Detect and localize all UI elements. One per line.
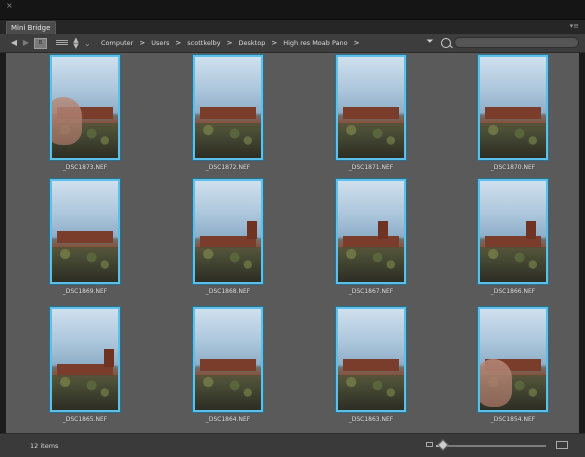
thumbnail[interactable]: [478, 55, 548, 160]
thumbnail[interactable]: [478, 307, 548, 412]
search-icon[interactable]: [441, 38, 451, 48]
forward-arrow-icon[interactable]: ▶: [20, 36, 32, 50]
thumbnail-filename: _DSC1872.NEF: [205, 164, 251, 171]
thumbnail-landscape: [343, 107, 399, 120]
thumbnail[interactable]: [336, 55, 406, 160]
thumbnail-filename: _DSC1854.NEF: [490, 416, 536, 423]
thumbnail-landscape: [343, 359, 399, 372]
breadcrumb-separator: >: [139, 39, 146, 47]
thumbnail-filename: _DSC1868.NEF: [205, 288, 251, 295]
thumbnail-landscape: [200, 359, 256, 372]
breadcrumb-separator: >: [226, 39, 233, 47]
thumbnail[interactable]: [193, 179, 263, 284]
thumbnail-butte: [104, 349, 114, 367]
thumbnail-filename: _DSC1863.NEF: [348, 416, 394, 423]
thumbnail-filename: _DSC1873.NEF: [62, 164, 108, 171]
breadcrumb: Computer > Users > scottkelby > Desktop …: [100, 39, 365, 47]
thumbnail-foreground: [480, 246, 546, 282]
thumbnail[interactable]: [336, 307, 406, 412]
back-arrow-icon[interactable]: ◀: [8, 36, 20, 50]
breadcrumb-computer[interactable]: Computer: [100, 39, 134, 47]
view-mode-icon[interactable]: B: [34, 37, 47, 49]
thumbnail-foreground: [52, 374, 118, 410]
thumbnail-size-slider[interactable]: [436, 445, 546, 447]
thumbnail-foreground: [195, 246, 261, 282]
search-input[interactable]: [454, 37, 579, 48]
breadcrumb-separator: >: [175, 39, 182, 47]
breadcrumb-users[interactable]: Users: [150, 39, 170, 47]
path-separator-icon: ⌄: [84, 38, 91, 48]
thumbnail-butte: [526, 221, 536, 239]
thumbnail-filename: _DSC1871.NEF: [348, 164, 394, 171]
thumbnail[interactable]: [50, 307, 120, 412]
thumbnail-foreground: [338, 122, 404, 158]
breadcrumb-separator: >: [271, 39, 278, 47]
thumbnail-foreground: [195, 122, 261, 158]
thumbnail-butte: [247, 221, 257, 239]
thumbnail[interactable]: [336, 179, 406, 284]
thumbnail[interactable]: [193, 307, 263, 412]
sort-updown-icon[interactable]: ▲ ▼: [71, 37, 81, 50]
thumbnail[interactable]: [50, 179, 120, 284]
thumbnail-landscape: [57, 231, 113, 244]
close-icon[interactable]: ×: [6, 2, 13, 10]
thumbnail-foreground: [338, 246, 404, 282]
thumbnail-filename: _DSC1869.NEF: [62, 288, 108, 295]
panel-tab-strip: [0, 20, 585, 35]
thumbnail-small-icon[interactable]: [426, 442, 433, 447]
thumbnail-landscape: [200, 107, 256, 120]
thumbnail[interactable]: [193, 55, 263, 160]
status-bar: 12 items: [0, 433, 585, 457]
breadcrumb-scottkelby[interactable]: scottkelby: [186, 39, 221, 47]
list-view-icon[interactable]: [55, 38, 69, 48]
thumbnail-filename: _DSC1866.NEF: [490, 288, 536, 295]
thumbnail-filename: _DSC1870.NEF: [490, 164, 536, 171]
thumbnail-filename: _DSC1865.NEF: [62, 416, 108, 423]
thumbnail-large-icon[interactable]: [556, 441, 568, 449]
thumbnail-landscape: [485, 107, 541, 120]
thumbnail-hand: [480, 359, 512, 407]
item-count: 12 items: [30, 442, 59, 450]
breadcrumb-high-res-moab-pano[interactable]: High res Moab Pano: [282, 39, 348, 47]
thumbnail-foreground: [195, 374, 261, 410]
thumbnail-foreground: [480, 122, 546, 158]
filter-icon[interactable]: ⏷: [424, 37, 436, 48]
slider-handle[interactable]: [436, 439, 449, 451]
thumbnail-hand: [52, 97, 82, 145]
thumbnail-filename: _DSC1864.NEF: [205, 416, 251, 423]
app-top-bar: ×: [0, 0, 585, 20]
thumbnail-grid: _DSC1873.NEF _DSC1872.NEF _DSC1871.NEF _DSC…: [6, 53, 579, 433]
panel-menu-icon[interactable]: ▾≡: [570, 22, 579, 30]
breadcrumb-separator: >: [353, 39, 360, 47]
breadcrumb-desktop[interactable]: Desktop: [238, 39, 267, 47]
thumbnail-filename: _DSC1867.NEF: [348, 288, 394, 295]
thumbnail-butte: [378, 221, 388, 239]
thumbnail[interactable]: [478, 179, 548, 284]
thumbnail-foreground: [338, 374, 404, 410]
thumbnail-foreground: [52, 246, 118, 282]
thumbnail[interactable]: [50, 55, 120, 160]
tab-mini-bridge[interactable]: Mini Bridge: [6, 21, 56, 34]
